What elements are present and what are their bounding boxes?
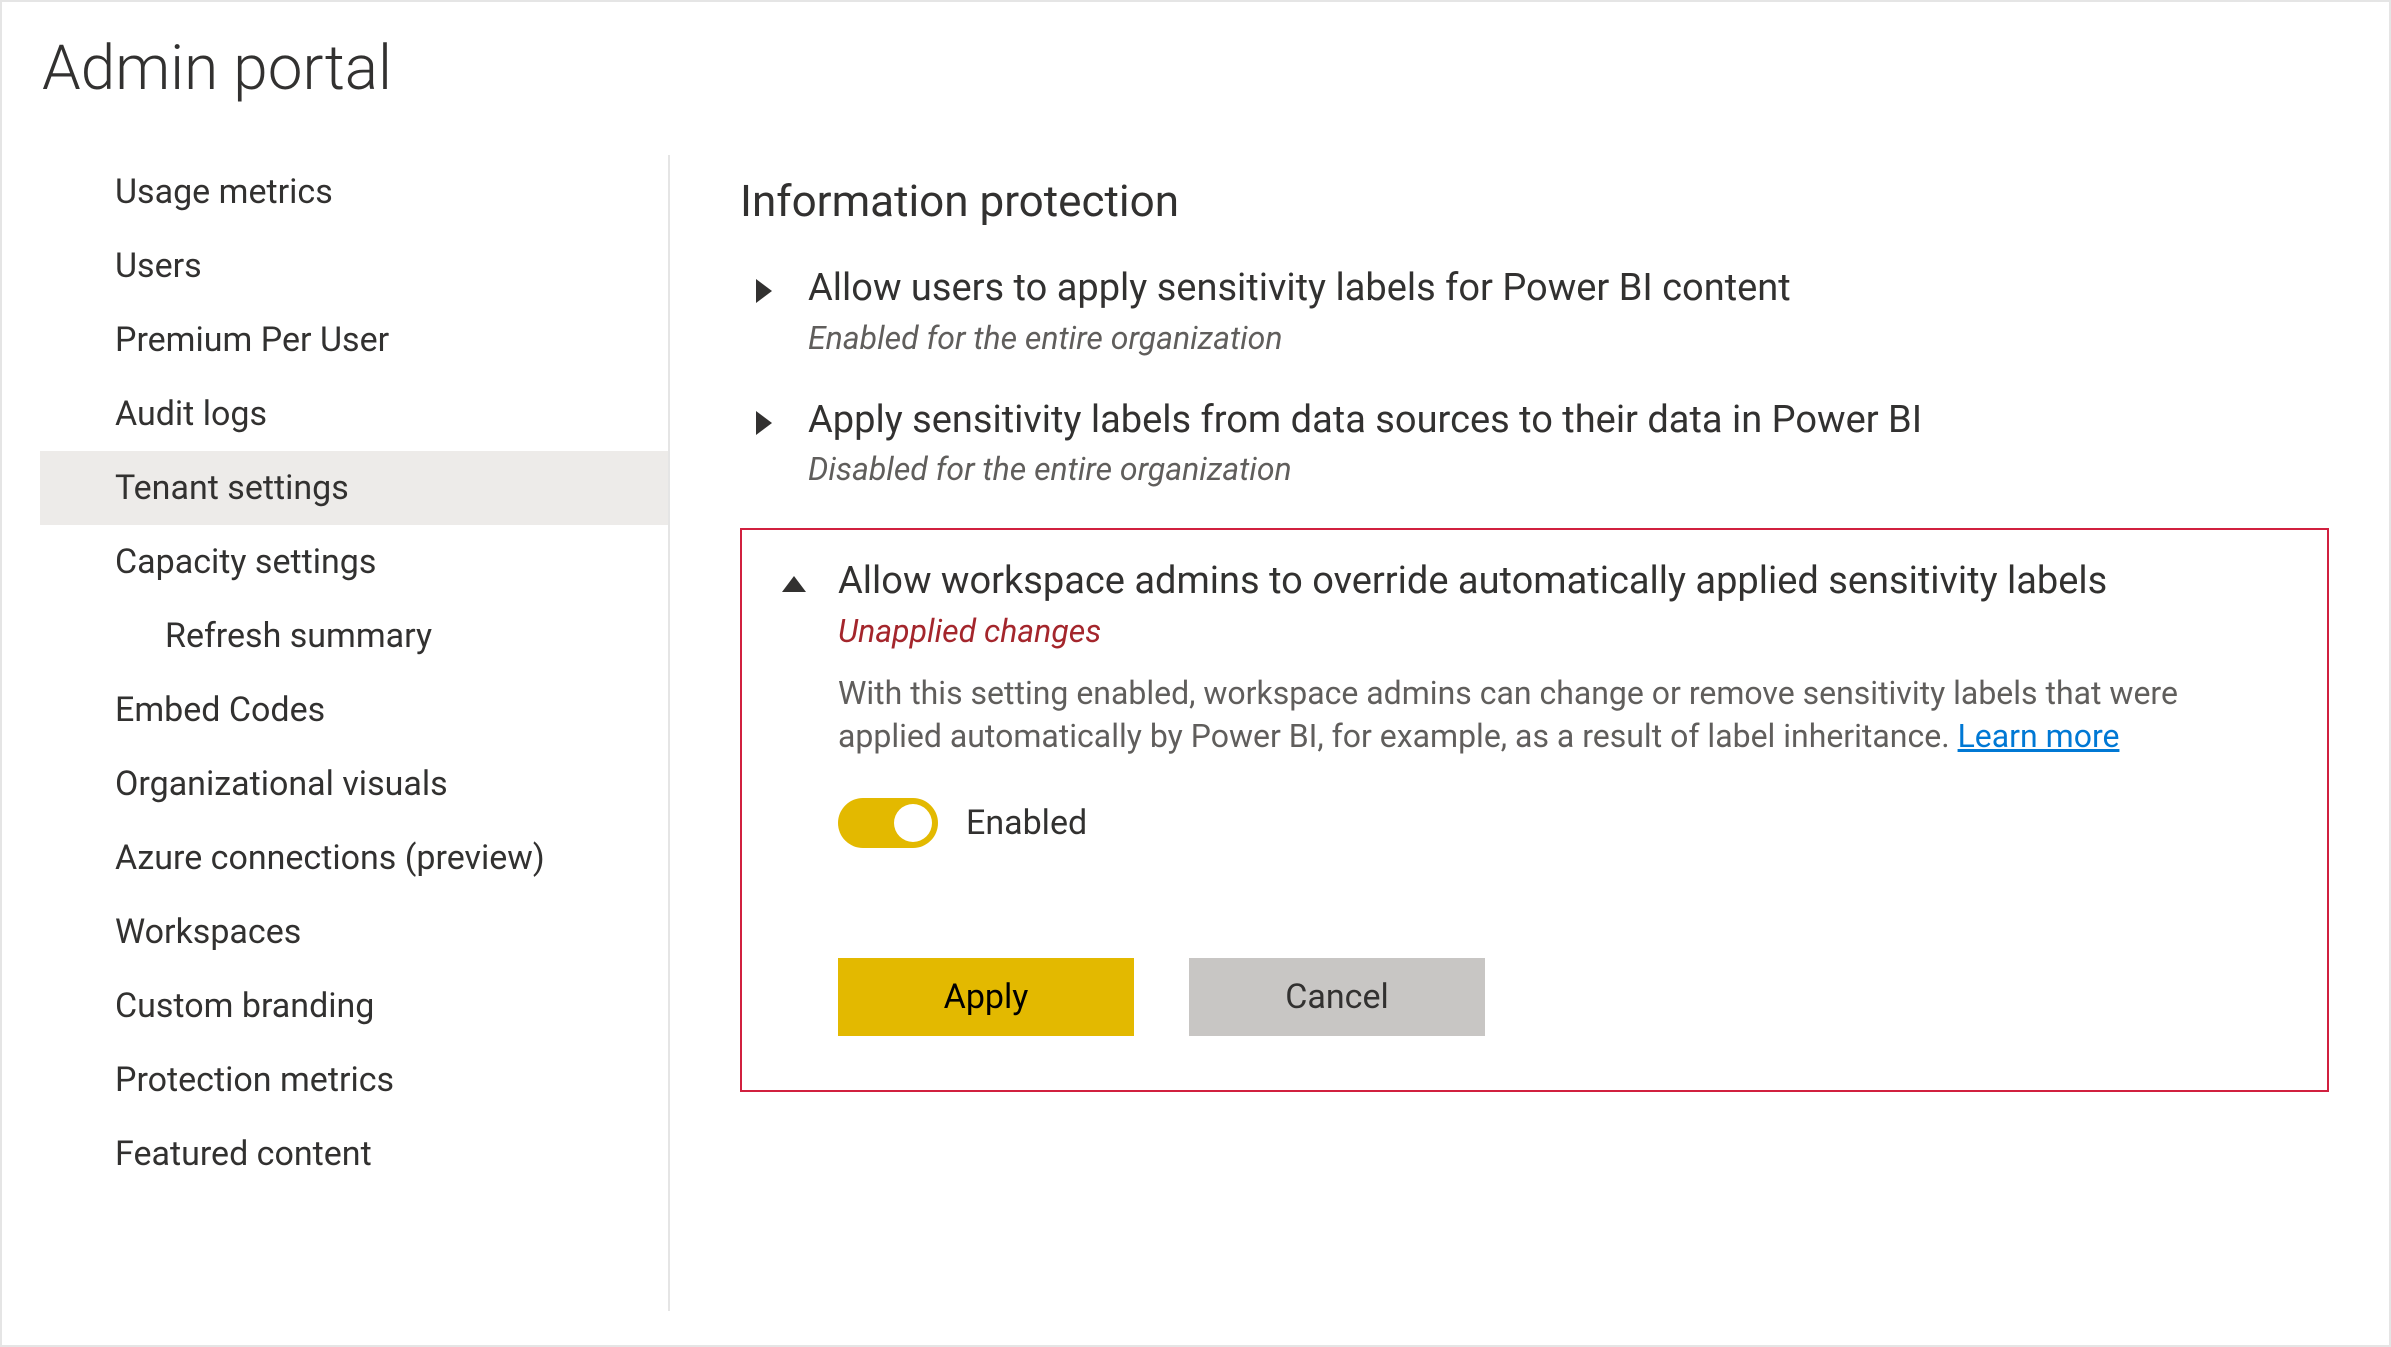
setting-title: Apply sensitivity labels from data sourc… <box>808 397 2329 445</box>
setting-description: With this setting enabled, workspace adm… <box>838 672 2258 758</box>
sidebar-item-organizational-visuals[interactable]: Organizational visuals <box>40 747 668 821</box>
setting-row-override-labels[interactable]: Allow workspace admins to override autom… <box>770 558 2287 1036</box>
sidebar-item-tenant-settings[interactable]: Tenant settings <box>40 451 668 525</box>
chevron-right-icon <box>748 407 780 439</box>
sidebar-item-refresh-summary[interactable]: Refresh summary <box>40 599 668 673</box>
chevron-right-icon <box>748 275 780 307</box>
setting-highlight-box: Allow workspace admins to override autom… <box>740 528 2329 1092</box>
sidebar-item-embed-codes[interactable]: Embed Codes <box>40 673 668 747</box>
sidebar-item-audit-logs[interactable]: Audit logs <box>40 377 668 451</box>
toggle-label: Enabled <box>966 803 1087 843</box>
sidebar-item-premium-per-user[interactable]: Premium Per User <box>40 303 668 377</box>
setting-row-inherit-labels[interactable]: Apply sensitivity labels from data sourc… <box>740 397 2329 489</box>
sidebar-nav: Usage metrics Users Premium Per User Aud… <box>2 155 670 1311</box>
unapplied-changes-notice: Unapplied changes <box>838 612 2287 650</box>
setting-title: Allow workspace admins to override autom… <box>838 558 2287 606</box>
section-heading: Information protection <box>740 175 2329 227</box>
enabled-toggle[interactable] <box>838 798 938 848</box>
setting-title: Allow users to apply sensitivity labels … <box>808 265 2329 313</box>
sidebar-item-featured-content[interactable]: Featured content <box>40 1117 668 1191</box>
sidebar-item-azure-connections[interactable]: Azure connections (preview) <box>40 821 668 895</box>
learn-more-link[interactable]: Learn more <box>1958 717 2120 755</box>
sidebar-item-usage-metrics[interactable]: Usage metrics <box>40 155 668 229</box>
admin-portal-frame: Admin portal Usage metrics Users Premium… <box>0 0 2391 1347</box>
setting-row-apply-labels[interactable]: Allow users to apply sensitivity labels … <box>740 265 2329 357</box>
setting-body: Allow users to apply sensitivity labels … <box>808 265 2329 357</box>
setting-body: Apply sensitivity labels from data sourc… <box>808 397 2329 489</box>
sidebar-item-workspaces[interactable]: Workspaces <box>40 895 668 969</box>
chevron-up-icon <box>778 568 810 600</box>
cancel-button[interactable]: Cancel <box>1189 958 1485 1036</box>
apply-button[interactable]: Apply <box>838 958 1134 1036</box>
content-row: Usage metrics Users Premium Per User Aud… <box>2 155 2389 1311</box>
sidebar-item-capacity-settings[interactable]: Capacity settings <box>40 525 668 599</box>
button-row: Apply Cancel <box>838 958 2287 1036</box>
setting-status: Disabled for the entire organization <box>808 450 2329 488</box>
sidebar-item-protection-metrics[interactable]: Protection metrics <box>40 1043 668 1117</box>
sidebar-item-custom-branding[interactable]: Custom branding <box>40 969 668 1043</box>
sidebar-item-users[interactable]: Users <box>40 229 668 303</box>
main-panel: Information protection Allow users to ap… <box>670 155 2389 1311</box>
toggle-knob <box>894 804 932 842</box>
toggle-row: Enabled <box>838 798 2287 848</box>
setting-body: Allow workspace admins to override autom… <box>838 558 2287 1036</box>
page-title: Admin portal <box>2 32 2389 155</box>
setting-status: Enabled for the entire organization <box>808 319 2329 357</box>
